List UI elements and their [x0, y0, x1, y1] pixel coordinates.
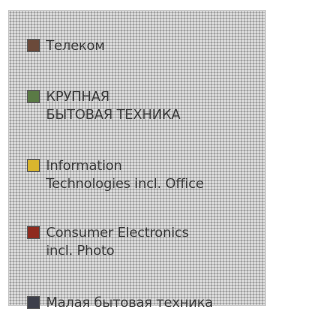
legend-swatch [27, 159, 40, 172]
legend-label: Телеком [46, 38, 105, 54]
legend-swatch [27, 226, 40, 239]
legend-swatch [27, 90, 40, 103]
legend-label: КРУПНАЯ БЫТОВАЯ ТЕХНИКА [46, 89, 181, 123]
legend-label: Consumer Electronics incl. Photo [46, 225, 189, 259]
legend-swatch [27, 296, 40, 309]
legend-label: Information Technologies incl. Office [46, 158, 204, 192]
legend-panel: Телеком КРУПНАЯ БЫТОВАЯ ТЕХНИКА Informat… [8, 10, 266, 311]
legend-label: Малая бытовая техника [46, 295, 213, 311]
legend-swatch [27, 39, 40, 52]
